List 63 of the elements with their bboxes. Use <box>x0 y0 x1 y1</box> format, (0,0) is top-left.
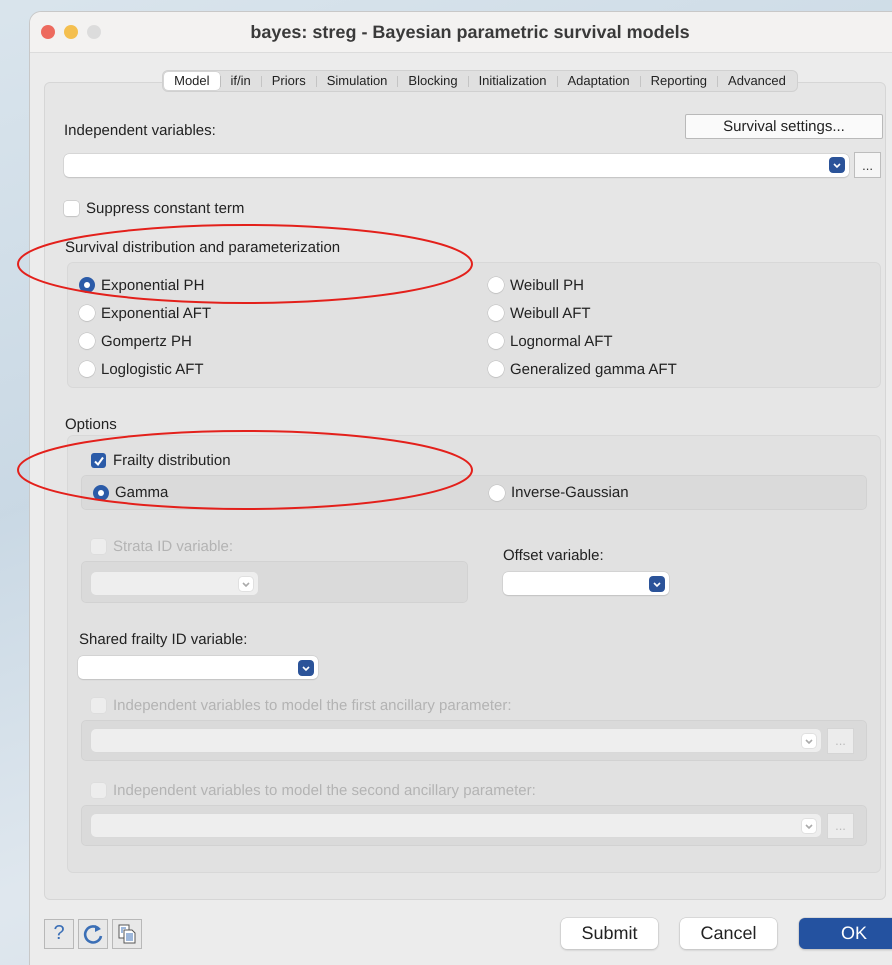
tab[interactable]: Reporting <box>640 72 718 90</box>
dialog-button[interactable]: Cancel <box>680 918 777 949</box>
tab[interactable]: Initialization <box>468 72 556 90</box>
window-title: bayes: streg - Bayesian parametric survival models <box>250 22 690 42</box>
group-title: Survival distribution and parameterization <box>65 239 342 256</box>
chevron-icon <box>801 818 817 834</box>
chevron-icon <box>298 660 314 676</box>
radio-button[interactable] <box>79 333 95 349</box>
tab[interactable]: Blocking <box>398 72 468 90</box>
dropdown-field[interactable] <box>78 656 318 679</box>
chevron-icon <box>801 732 817 748</box>
dropdown-field[interactable] <box>503 572 669 595</box>
radio-label: Generalized gamma AFT <box>510 360 677 378</box>
documents-icon <box>116 922 138 944</box>
group-title: Options <box>65 416 118 433</box>
radio-label: Gompertz PH <box>101 332 192 350</box>
minimize-button[interactable] <box>64 25 78 39</box>
copy-button[interactable] <box>112 918 142 948</box>
close-button[interactable] <box>41 25 55 39</box>
checkbox-label: Suppress constant term <box>86 200 244 217</box>
radio-button[interactable] <box>489 484 505 500</box>
reset-button[interactable] <box>78 918 108 948</box>
dropdown-field[interactable] <box>91 572 258 595</box>
browse-button[interactable]: ... <box>854 152 881 178</box>
radio-label: Weibull AFT <box>510 304 591 322</box>
radio-label: Weibull PH <box>510 276 584 294</box>
radio-button[interactable] <box>488 305 504 321</box>
radio-label: Gamma <box>115 484 168 501</box>
radio-button[interactable] <box>79 361 95 377</box>
dropdown-field[interactable] <box>91 729 821 752</box>
tab[interactable]: Simulation <box>316 72 398 90</box>
radio-label: Exponential PH <box>101 276 204 294</box>
field-label: Shared frailty ID variable: <box>79 631 248 648</box>
tab[interactable]: if/in <box>220 72 261 90</box>
dialog-button[interactable]: OK <box>799 918 892 949</box>
dropdown-field[interactable] <box>64 154 850 176</box>
field-label: Independent variables: <box>64 122 216 139</box>
radio-label: Inverse-Gaussian <box>511 484 629 501</box>
tab[interactable]: Priors <box>262 72 316 90</box>
radio-label: Exponential AFT <box>101 304 212 322</box>
chevron-icon <box>238 576 254 592</box>
radio-label: Lognormal AFT <box>510 332 613 350</box>
tab[interactable]: Advanced <box>718 72 796 90</box>
radio-button[interactable] <box>488 333 504 349</box>
radio-button[interactable] <box>93 484 109 500</box>
radio-label: Loglogistic AFT <box>101 360 204 378</box>
tab[interactable]: Model <box>164 72 220 90</box>
refresh-icon <box>82 922 104 944</box>
help-button[interactable]: ? <box>44 918 74 948</box>
survival-settings-button[interactable]: Survival settings... <box>685 114 883 139</box>
dialog-button[interactable]: Submit <box>561 918 658 949</box>
radio-button[interactable] <box>79 305 95 321</box>
field-label: Offset variable: <box>503 547 605 564</box>
tab[interactable]: Adaptation <box>558 72 640 90</box>
chevron-icon <box>649 576 665 592</box>
checkbox[interactable] <box>91 453 106 468</box>
chevron-icon <box>829 157 846 173</box>
radio-button[interactable] <box>488 277 504 293</box>
radio-button[interactable] <box>488 361 504 377</box>
checkbox[interactable] <box>64 201 79 216</box>
radio-button[interactable] <box>79 277 95 293</box>
checkbox-label: Frailty distribution <box>113 452 231 469</box>
dropdown-field[interactable] <box>91 814 821 837</box>
